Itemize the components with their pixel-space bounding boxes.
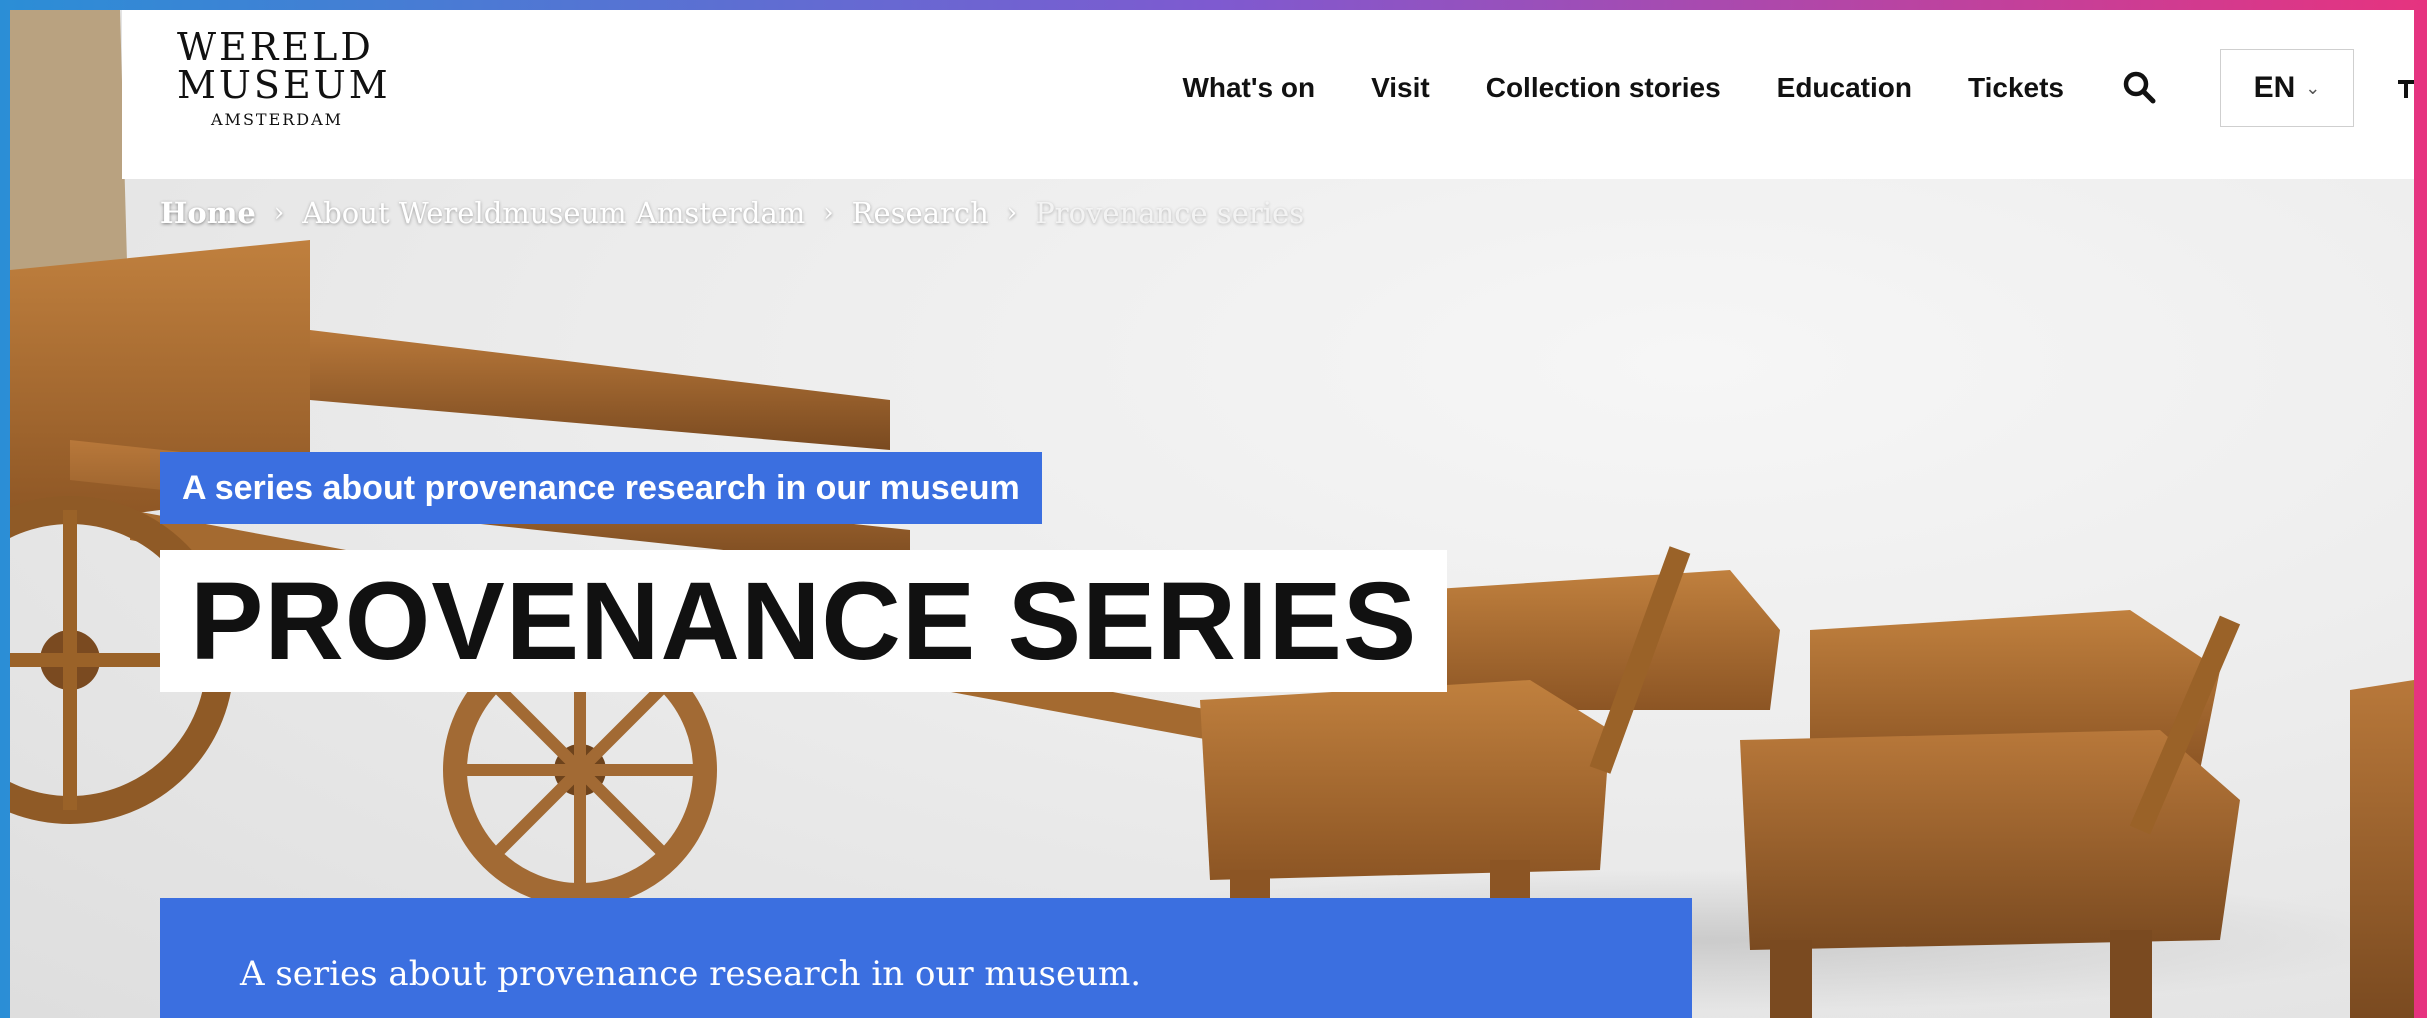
breadcrumb-about[interactable]: About Wereldmuseum Amsterdam xyxy=(302,196,805,230)
nav-education[interactable]: Education xyxy=(1777,72,1912,104)
chevron-right-icon: › xyxy=(823,198,834,228)
breadcrumb-home[interactable]: Home xyxy=(160,196,256,230)
nav-tickets[interactable]: Tickets xyxy=(1968,72,2064,104)
breadcrumb: Home › About Wereldmuseum Amsterdam › Re… xyxy=(160,196,1304,230)
logo-line-1: WERELD xyxy=(177,25,374,69)
breadcrumb-research[interactable]: Research xyxy=(852,196,989,230)
site-header: WERELD MUSEUM AMSTERDAM What's on Visit … xyxy=(122,10,2414,179)
chevron-right-icon: › xyxy=(273,198,285,228)
nav-collection-stories[interactable]: Collection stories xyxy=(1486,72,1721,104)
chevron-down-icon: ⌄ xyxy=(2305,77,2321,98)
logo-line-2: MUSEUM xyxy=(177,63,391,107)
language-label: EN xyxy=(2253,71,2296,104)
wereldmuseum-logo[interactable]: WERELD MUSEUM AMSTERDAM xyxy=(177,25,391,148)
language-selector[interactable]: EN ⌄ xyxy=(2220,49,2354,127)
nav-whats-on[interactable]: What's on xyxy=(1182,72,1315,104)
intro-box: A series about provenance research in ou… xyxy=(160,898,1692,1018)
page-title: PROVENANCE SERIES xyxy=(190,559,1418,683)
breadcrumb-current: Provenance series xyxy=(1035,196,1305,230)
chevron-right-icon: › xyxy=(1006,198,1018,228)
search-icon[interactable] xyxy=(2120,68,2160,108)
menu-icon[interactable] xyxy=(2394,68,2414,108)
nav-visit[interactable]: Visit xyxy=(1371,72,1430,104)
browser-viewport: WERELD MUSEUM AMSTERDAM What's on Visit … xyxy=(10,10,2414,1018)
main-nav: What's on Visit Collection stories Educa… xyxy=(1182,48,2414,128)
logo-line-3: AMSTERDAM xyxy=(211,110,344,129)
intro-text: A series about provenance research in ou… xyxy=(240,954,1142,994)
hero-tagline: A series about provenance research in ou… xyxy=(160,452,1042,524)
page-title-box: PROVENANCE SERIES xyxy=(160,550,1448,692)
